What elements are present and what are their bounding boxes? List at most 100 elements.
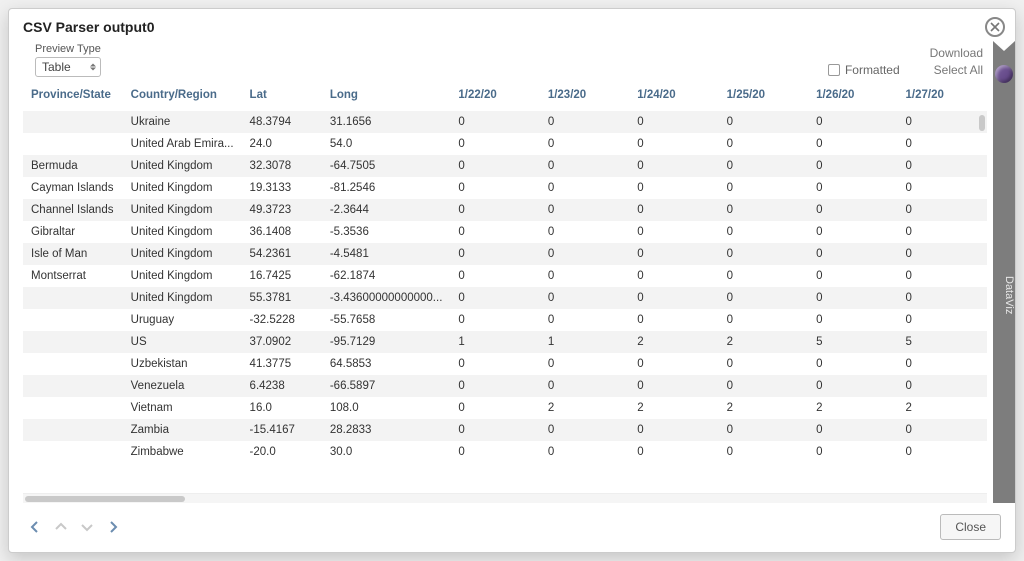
table-cell: 0 xyxy=(450,265,539,287)
column-header[interactable]: Country/Region xyxy=(123,83,242,111)
table-cell: 0 xyxy=(629,419,718,441)
table-cell: -2.3644 xyxy=(322,199,451,221)
table-cell: 0 xyxy=(450,397,539,419)
table-cell: 16.0 xyxy=(242,397,322,419)
table-row[interactable]: Isle of ManUnited Kingdom54.2361-4.54810… xyxy=(23,243,987,265)
table-cell: 0 xyxy=(540,243,629,265)
table-cell: 0 xyxy=(808,419,897,441)
table-row[interactable]: Zambia-15.416728.2833000000 xyxy=(23,419,987,441)
dataviz-badge-icon xyxy=(995,65,1013,83)
horizontal-scrollbar[interactable] xyxy=(23,493,987,503)
formatted-checkbox[interactable] xyxy=(828,64,840,76)
table-cell: 0 xyxy=(540,155,629,177)
table-cell: 0 xyxy=(808,199,897,221)
table-cell: 0 xyxy=(450,155,539,177)
table-row[interactable]: US37.0902-95.7129112255 xyxy=(23,331,987,353)
table-cell: 0 xyxy=(629,441,718,463)
download-link[interactable]: Download xyxy=(930,46,983,60)
table-row[interactable]: Venezuela6.4238-66.5897000000 xyxy=(23,375,987,397)
modal-header: CSV Parser output0 xyxy=(9,9,1015,41)
table-cell: 0 xyxy=(540,133,629,155)
table-cell: 28.2833 xyxy=(322,419,451,441)
table-cell xyxy=(23,353,123,375)
table-cell: 0 xyxy=(719,199,808,221)
table-row[interactable]: MontserratUnited Kingdom16.7425-62.18740… xyxy=(23,265,987,287)
table-row[interactable]: United Arab Emira...24.054.0000000 xyxy=(23,133,987,155)
table-cell: 0 xyxy=(450,199,539,221)
table-cell: 0 xyxy=(540,287,629,309)
table-cell: 0 xyxy=(540,265,629,287)
column-header[interactable]: 1/26/20 xyxy=(808,83,897,111)
nav-prev-icon[interactable] xyxy=(27,519,43,535)
table-cell: 0 xyxy=(540,199,629,221)
table-cell: 0 xyxy=(808,375,897,397)
table-cell: -4.5481 xyxy=(322,243,451,265)
table-cell: US xyxy=(123,331,242,353)
table-cell: Gibraltar xyxy=(23,221,123,243)
column-header[interactable]: Long xyxy=(322,83,451,111)
column-header[interactable]: 1/23/20 xyxy=(540,83,629,111)
table-cell: 2 xyxy=(629,331,718,353)
nav-up-icon[interactable] xyxy=(53,519,69,535)
horizontal-scrollbar-thumb[interactable] xyxy=(25,496,185,502)
table-cell: 0 xyxy=(450,221,539,243)
table-row[interactable]: GibraltarUnited Kingdom36.1408-5.3536000… xyxy=(23,221,987,243)
table-row[interactable]: Zimbabwe-20.030.0000000 xyxy=(23,441,987,463)
dataviz-side-tab[interactable]: DataViz xyxy=(993,41,1015,503)
table-cell: 0 xyxy=(898,155,988,177)
right-controls: Formatted Download Select All xyxy=(828,46,983,77)
table-row[interactable]: United Kingdom55.3781-3.43600000000000..… xyxy=(23,287,987,309)
table-cell: 0 xyxy=(719,441,808,463)
table-cell: 37.0902 xyxy=(242,331,322,353)
table-cell: 0 xyxy=(719,243,808,265)
modal-footer: Close xyxy=(9,503,1015,552)
table-cell: 0 xyxy=(808,243,897,265)
table-cell: 0 xyxy=(808,177,897,199)
table-cell: 0 xyxy=(808,221,897,243)
column-header[interactable]: Province/State xyxy=(23,83,123,111)
close-button[interactable]: Close xyxy=(940,514,1001,540)
table-row[interactable]: Cayman IslandsUnited Kingdom19.3133-81.2… xyxy=(23,177,987,199)
table-cell: 0 xyxy=(629,177,718,199)
column-header[interactable]: Lat xyxy=(242,83,322,111)
table-cell: 0 xyxy=(719,287,808,309)
formatted-label: Formatted xyxy=(845,63,900,77)
column-header[interactable]: 1/25/20 xyxy=(719,83,808,111)
table-row[interactable]: BermudaUnited Kingdom32.3078-64.75050000… xyxy=(23,155,987,177)
column-header[interactable]: 1/27/20 xyxy=(898,83,988,111)
select-caret-icon xyxy=(90,64,96,71)
table-cell: Bermuda xyxy=(23,155,123,177)
table-cell: 0 xyxy=(540,177,629,199)
table-cell: United Kingdom xyxy=(123,265,242,287)
select-all-link[interactable]: Select All xyxy=(934,63,983,77)
table-row[interactable]: Channel IslandsUnited Kingdom49.3723-2.3… xyxy=(23,199,987,221)
table-cell: 0 xyxy=(719,177,808,199)
table-row[interactable]: Uruguay-32.5228-55.7658000000 xyxy=(23,309,987,331)
nav-down-icon[interactable] xyxy=(79,519,95,535)
nav-next-icon[interactable] xyxy=(105,519,121,535)
table-cell: 0 xyxy=(898,177,988,199)
table-cell: 0 xyxy=(719,133,808,155)
table-row[interactable]: Vietnam16.0108.0022222 xyxy=(23,397,987,419)
table-cell: 0 xyxy=(808,309,897,331)
table-cell xyxy=(23,419,123,441)
table-cell: Isle of Man xyxy=(23,243,123,265)
table-cell: -64.7505 xyxy=(322,155,451,177)
table-cell: Uruguay xyxy=(123,309,242,331)
preview-type-select[interactable]: Table xyxy=(35,57,101,77)
table-cell: 49.3723 xyxy=(242,199,322,221)
table-row[interactable]: Ukraine48.379431.1656000000 xyxy=(23,111,987,133)
preview-type-label: Preview Type xyxy=(35,43,101,55)
preview-type-group: Preview Type Table xyxy=(35,43,101,77)
close-icon[interactable] xyxy=(985,17,1005,37)
table-cell: 0 xyxy=(898,265,988,287)
column-header[interactable]: 1/22/20 xyxy=(450,83,539,111)
formatted-toggle[interactable]: Formatted xyxy=(828,63,900,77)
table-row[interactable]: Uzbekistan41.377564.5853000000 xyxy=(23,353,987,375)
table-cell: Zimbabwe xyxy=(123,441,242,463)
column-header[interactable]: 1/24/20 xyxy=(629,83,718,111)
table-cell: 0 xyxy=(540,375,629,397)
table-scroll-area[interactable]: Province/StateCountry/RegionLatLong1/22/… xyxy=(23,83,987,491)
vertical-scrollbar-thumb[interactable] xyxy=(979,115,985,131)
table-cell: 0 xyxy=(719,375,808,397)
